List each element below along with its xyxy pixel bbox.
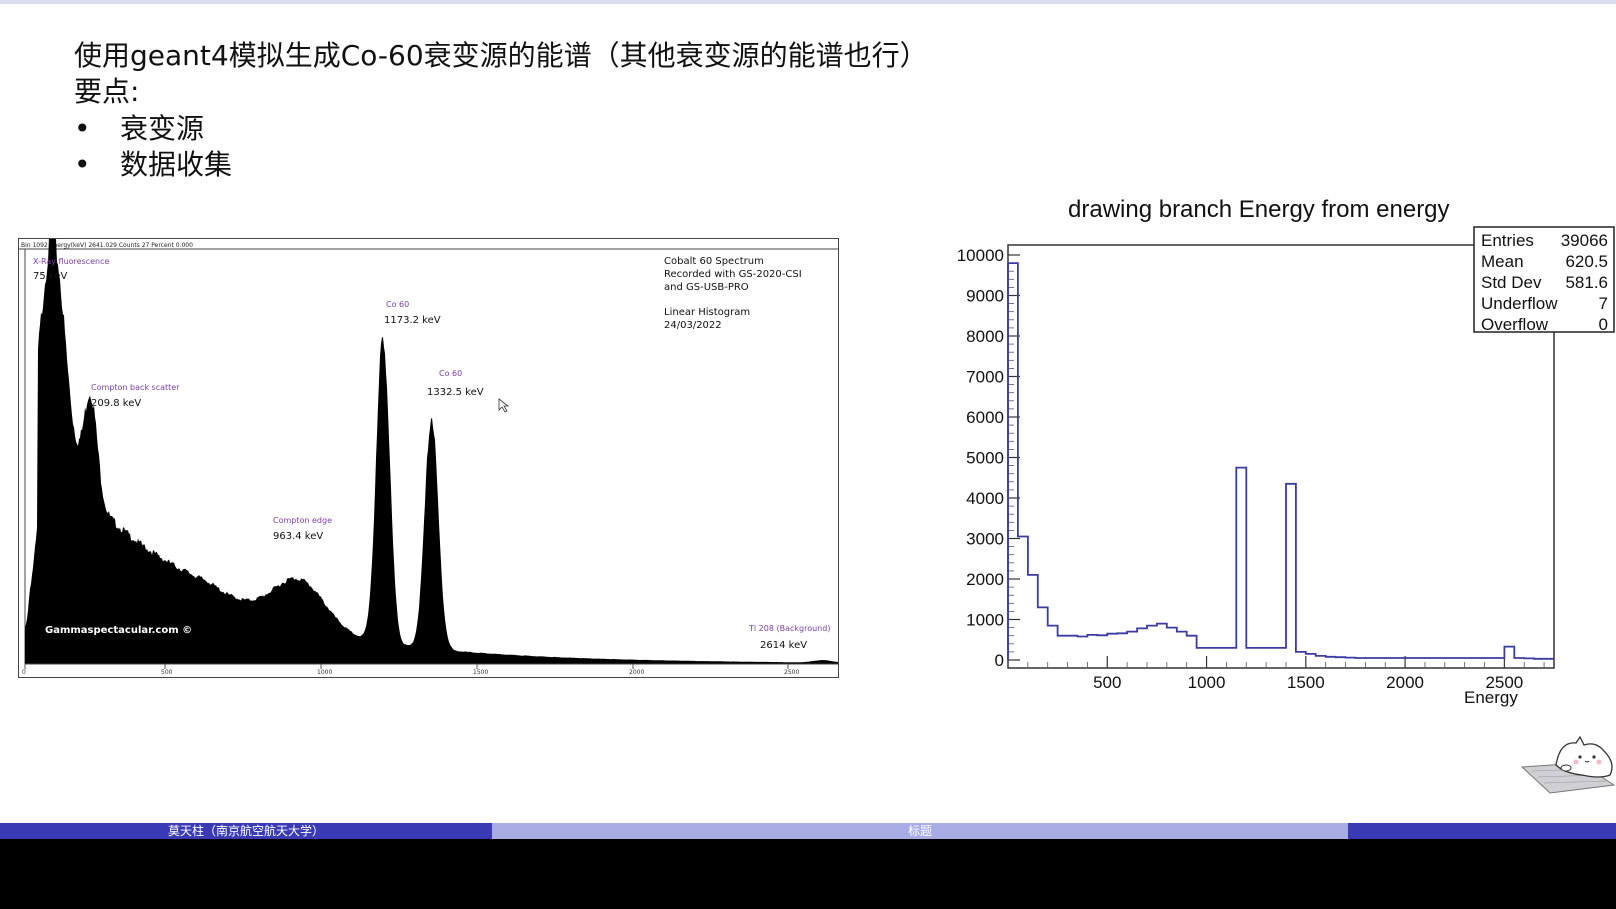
plot-frame <box>1007 244 1555 669</box>
stats-label: Overflow <box>1481 315 1549 334</box>
peak-label-co60-1173: Co 60 1173.2 keV <box>384 300 441 326</box>
slide: 使用geant4模拟生成Co-60衰变源的能谱（其他衰变源的能谱也行） 要点: … <box>0 0 1616 823</box>
y-tick-label: 5000 <box>966 449 1004 468</box>
stats-label: Entries <box>1481 231 1534 250</box>
peak-energy-text: 1332.5 keV <box>427 387 484 398</box>
peak-label-text: Tl 208 (Background) <box>748 624 830 633</box>
chart-title: drawing branch Energy from energy <box>1068 196 1450 223</box>
peak-energy-text: 2614 keV <box>760 640 807 651</box>
x-tick-label: 2500 <box>784 669 799 676</box>
cat-blush <box>1596 759 1602 765</box>
y-tick-label: 9000 <box>966 287 1004 306</box>
y-tick-label: 8000 <box>966 327 1004 346</box>
stats-value-overflow: 0 <box>1599 315 1608 334</box>
info-line: Linear Histogram <box>664 307 750 318</box>
peak-label-compton-back: Compton back scatter 209.8 keV <box>91 383 180 409</box>
peak-energy-text: 1173.2 keV <box>384 315 441 326</box>
simulated-histogram: drawing branch Energy from energy 0 1000 2… <box>957 196 1615 707</box>
x-tick-label: 500 <box>1093 673 1121 692</box>
status-bar-text: Bin 1092 Energy(keV) 2641.029 Counts 27 … <box>21 242 193 249</box>
peak-energy-text: 209.8 keV <box>91 398 141 409</box>
info-line: 24/03/2022 <box>664 320 722 331</box>
mouse-cursor-icon <box>498 398 510 413</box>
footer-author: 莫天柱（南京航空航天大学） <box>0 823 492 839</box>
bullet-text: 数据收集 <box>120 148 233 181</box>
info-line: Cobalt 60 Spectrum <box>664 256 764 267</box>
peak-label-compton-edge: Compton edge 963.4 keV <box>273 516 332 542</box>
peak-label-tl208: Tl 208 (Background) 2614 keV <box>748 624 830 651</box>
bullet-item: • 衰变源 <box>74 112 205 145</box>
peak-label-text: Co 60 <box>439 369 462 378</box>
x-tick-marks <box>24 664 789 669</box>
bullet-text: 衰变源 <box>120 112 205 145</box>
peak-label-co60-1332: Co 60 1332.5 keV <box>427 369 484 398</box>
stats-label: Underflow <box>1481 294 1558 313</box>
screen: 使用geant4模拟生成Co-60衰变源的能谱（其他衰变源的能谱也行） 要点: … <box>0 0 1616 909</box>
slide-top-line <box>0 0 1616 4</box>
cat-mascot-icon <box>1520 735 1616 794</box>
measured-spectrum-svg: Bin 1092 Energy(keV) 2641.029 Counts 27 … <box>19 239 838 676</box>
stats-value-entries: 39066 <box>1561 231 1608 250</box>
x-axis-label: Energy <box>1464 688 1518 707</box>
spectrum-fill <box>25 239 838 664</box>
info-block: Cobalt 60 Spectrum Recorded with GS-2020… <box>664 256 802 331</box>
x-tick-label: 500 <box>161 669 173 676</box>
peak-energy-text: 75 keV <box>33 271 67 282</box>
x-tick-label: 1500 <box>1287 673 1325 692</box>
stats-label: Std Dev <box>1481 273 1542 292</box>
peak-label-xray: X-Ray fluorescence 75 keV <box>33 257 110 282</box>
cat-eye <box>1592 755 1596 759</box>
x-tick-label: 0 <box>22 669 26 676</box>
bullet-item: • 数据收集 <box>74 148 233 181</box>
slide-subtitle: 要点: <box>74 75 140 108</box>
stats-label: Mean <box>1481 252 1524 271</box>
measured-spectrum-image: Bin 1092 Energy(keV) 2641.029 Counts 27 … <box>18 238 839 678</box>
y-tick-label: 4000 <box>966 489 1004 508</box>
peak-label-text: X-Ray fluorescence <box>33 257 110 266</box>
peak-energy-text: 963.4 keV <box>273 531 323 542</box>
cat-paw <box>1560 764 1572 772</box>
slide-footer: 莫天柱（南京航空航天大学） 标题 <box>0 823 1616 839</box>
slide-title: 使用geant4模拟生成Co-60衰变源的能谱（其他衰变源的能谱也行） <box>74 39 928 72</box>
y-tick-label: 1000 <box>966 611 1004 630</box>
info-line: Recorded with GS-2020-CSI <box>664 269 802 280</box>
x-tick-label: 2000 <box>629 669 644 676</box>
x-tick-label: 1000 <box>1188 673 1226 692</box>
stats-value-mean: 620.5 <box>1565 252 1608 271</box>
x-tick-label: 2000 <box>1386 673 1424 692</box>
footer-right <box>1348 823 1616 839</box>
y-tick-label: 7000 <box>966 368 1004 387</box>
x-tick-label: 1500 <box>473 669 488 676</box>
watermark: Gammaspectacular.com © <box>45 625 192 636</box>
x-tick-labels: 0 500 1000 1500 2000 2500 <box>22 669 799 676</box>
y-tick-label: 0 <box>995 651 1004 670</box>
cat-eye <box>1578 755 1582 759</box>
y-tick-label: 6000 <box>966 408 1004 427</box>
y-tick-label: 10000 <box>957 246 1004 265</box>
footer-title: 标题 <box>492 823 1348 839</box>
stats-box: Entries 39066 Mean 620.5 Std Dev 581.6 U… <box>1473 226 1615 334</box>
y-tick-label: 2000 <box>966 570 1004 589</box>
peak-label-text: Co 60 <box>386 300 409 309</box>
peak-label-text: Compton edge <box>273 516 332 525</box>
stats-value-stddev: 581.6 <box>1565 273 1608 292</box>
x-tick-label: 1000 <box>317 669 332 676</box>
cat-blush <box>1573 759 1579 765</box>
stats-value-underflow: 7 <box>1599 294 1608 313</box>
y-tick-label: 3000 <box>966 530 1004 549</box>
peak-label-text: Compton back scatter <box>91 383 180 392</box>
info-line: and GS-USB-PRO <box>664 282 749 293</box>
